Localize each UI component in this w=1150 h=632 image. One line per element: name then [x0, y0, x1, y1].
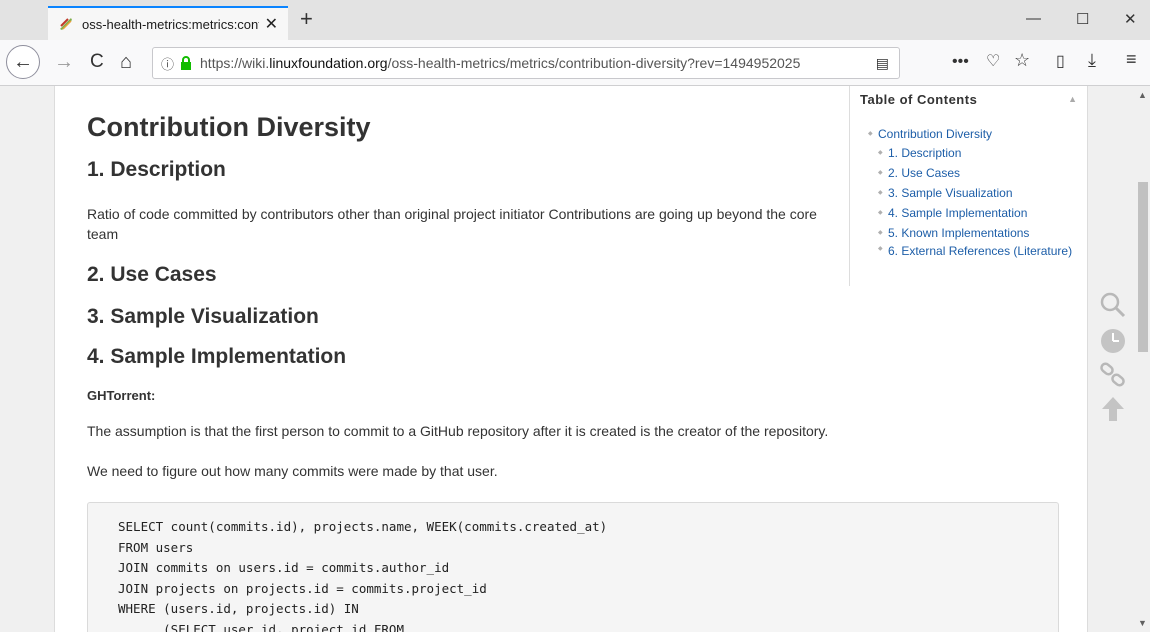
page-title: Contribution Diversity [87, 112, 371, 142]
ghtorrent-label: GHTorrent: [87, 388, 156, 403]
home-button[interactable]: ⌂ [120, 52, 132, 72]
arrow-left-icon: ← [13, 50, 33, 73]
page-viewport: Contribution Diversity 1. Description Ra… [0, 86, 1150, 632]
assumption-text: The assumption is that the first person … [87, 423, 829, 439]
clock-icon[interactable] [1098, 326, 1128, 356]
figure-out-text: We need to figure out how many commits w… [87, 463, 498, 479]
heading-sample-visualization: 3. Sample Visualization [87, 305, 319, 328]
hamburger-icon[interactable]: ≡ [1126, 50, 1137, 68]
tab-strip: oss-health-metrics:metrics:cont ✕ + — ☐ … [0, 0, 1150, 40]
minimize-button[interactable]: — [1026, 10, 1041, 27]
maximize-button[interactable]: ☐ [1076, 10, 1089, 28]
toc-list: Contribution Diversity 1. Description 2.… [860, 125, 1079, 258]
collapse-caret-icon[interactable]: ▲ [1068, 94, 1077, 104]
lock-icon [181, 56, 192, 70]
arrow-up-icon[interactable] [1098, 394, 1128, 424]
table-of-contents: Table of Contents ▲ Contribution Diversi… [849, 86, 1089, 286]
search-icon[interactable] [1098, 290, 1128, 320]
toc-item-sample-visualization[interactable]: 3. Sample Visualization [860, 183, 1079, 203]
url-host: linuxfoundation.org [269, 55, 388, 71]
reload-button[interactable]: C [90, 52, 104, 72]
scroll-down-icon[interactable]: ▼ [1138, 618, 1147, 628]
info-icon[interactable]: ⓘ [161, 54, 174, 73]
reader-view-icon[interactable]: ▤ [876, 55, 889, 72]
site-favicon-icon [60, 18, 72, 30]
code-line: FROM users [118, 539, 194, 555]
library-icon[interactable]: ▯ [1056, 54, 1065, 70]
heading-description: 1. Description [87, 158, 226, 181]
download-icon[interactable]: ⤓ [1088, 51, 1096, 69]
toc-item-sample-implementation[interactable]: 4. Sample Implementation [860, 203, 1079, 223]
toc-item-known-implementations[interactable]: 5. Known Implementations [860, 223, 1079, 243]
new-tab-button[interactable]: + [300, 6, 313, 32]
link-icon[interactable] [1098, 360, 1128, 390]
star-icon[interactable]: ☆ [1014, 51, 1030, 69]
tab-title: oss-health-metrics:metrics:cont [82, 16, 259, 32]
code-line: (SELECT user_id, project_id FROM [118, 621, 404, 632]
back-button[interactable]: ← [6, 45, 40, 79]
toc-item-contribution-diversity[interactable]: Contribution Diversity [860, 125, 1079, 143]
heading-use-cases: 2. Use Cases [87, 263, 217, 286]
code-line: JOIN projects on projects.id = commits.p… [118, 580, 487, 596]
vertical-scrollbar[interactable]: ▲ ▼ [1136, 86, 1150, 632]
forward-button[interactable]: → [54, 52, 74, 72]
toc-title[interactable]: Table of Contents [860, 92, 1079, 107]
scroll-thumb[interactable] [1138, 182, 1148, 352]
code-block: SELECT count(commits.id), projects.name,… [87, 502, 1059, 632]
tab-close-icon[interactable]: ✕ [265, 14, 278, 34]
pocket-icon[interactable]: ♡ [986, 54, 1000, 70]
url-path: /oss-health-metrics/metrics/contribution… [387, 55, 801, 71]
navigation-toolbar: ← → C ⌂ ⓘ https://wiki. linuxfoundation.o… [0, 40, 1150, 86]
code-line: WHERE (users.id, projects.id) IN [118, 601, 359, 616]
url-prefix: https://wiki. [200, 55, 270, 71]
close-window-button[interactable]: ✕ [1124, 10, 1137, 28]
code-line: SELECT count(commits.id), projects.name,… [118, 519, 608, 534]
heading-sample-implementation: 4. Sample Implementation [87, 345, 347, 368]
description-text: Ratio of code committed by contributors … [87, 206, 817, 242]
code-line: JOIN commits on users.id = commits.autho… [118, 560, 450, 575]
scroll-up-icon[interactable]: ▲ [1138, 90, 1147, 100]
address-bar[interactable]: ⓘ https://wiki. linuxfoundation.org/oss-h… [152, 47, 900, 79]
toc-item-external-references[interactable]: 6. External References (Literature) [860, 243, 1079, 258]
toc-item-description[interactable]: 1. Description [860, 143, 1079, 163]
wiki-page: Contribution Diversity 1. Description Ra… [54, 86, 1088, 632]
toc-item-use-cases[interactable]: 2. Use Cases [860, 163, 1079, 183]
browser-tab[interactable]: oss-health-metrics:metrics:cont ✕ [48, 6, 288, 40]
more-icon[interactable]: ••• [952, 54, 969, 70]
